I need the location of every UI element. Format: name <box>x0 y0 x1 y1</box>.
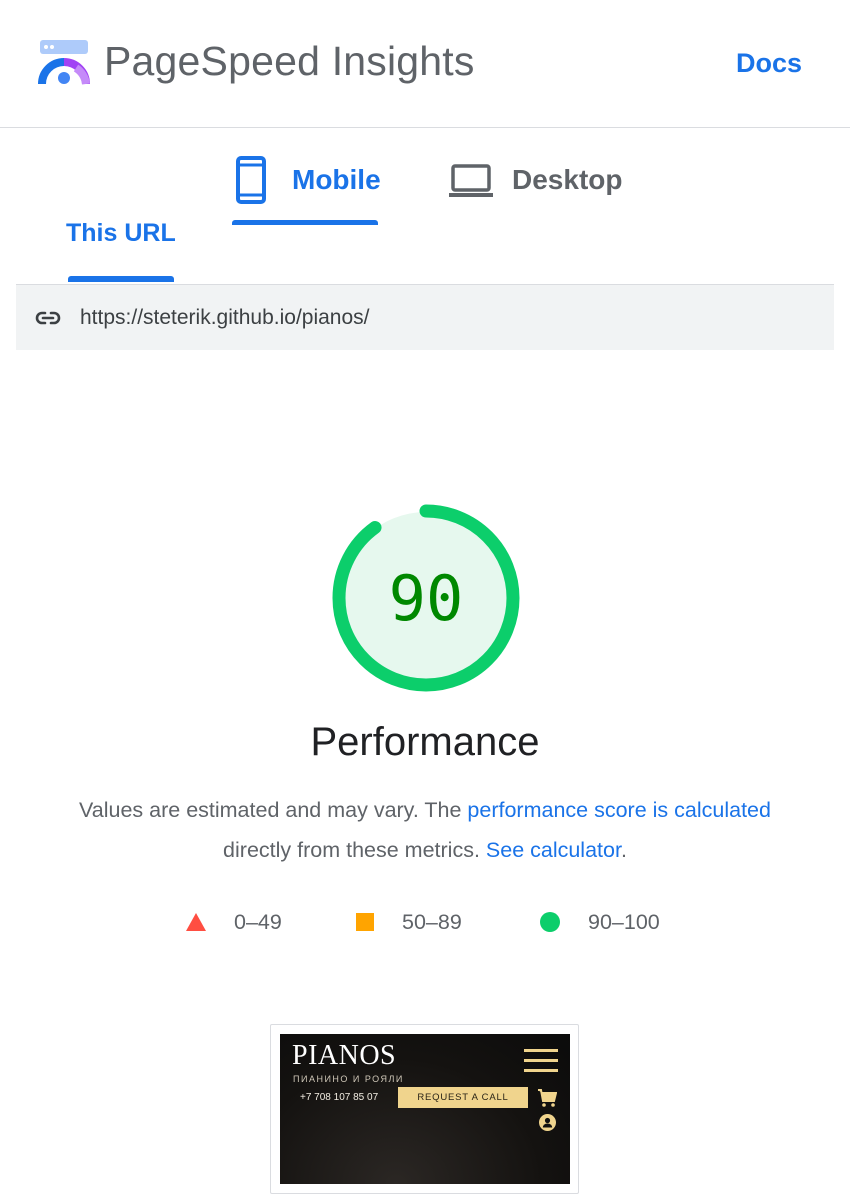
tab-desktop[interactable]: Desktop <box>448 150 622 210</box>
smartphone-icon <box>236 156 266 204</box>
legend-pass: 90–100 <box>540 906 660 938</box>
laptop-icon <box>449 164 493 197</box>
app-header: PageSpeed Insights Docs <box>0 0 850 128</box>
description-text-1: Values are estimated and may vary. The <box>79 798 468 822</box>
tab-this-url-label: This URL <box>66 220 176 246</box>
tab-desktop-label: Desktop <box>512 164 623 195</box>
category-title: Performance <box>310 720 540 764</box>
screenshot-tagline: ПИАНИНО И РОЯЛИ <box>293 1074 404 1084</box>
performance-score-value: 90 <box>388 562 464 635</box>
description-text-2: directly from these metrics. <box>223 838 486 862</box>
page-screenshot: PIANOS ПИАНИНО И РОЯЛИ +7 708 107 85 07 … <box>280 1034 570 1184</box>
description-text-3: . <box>620 838 627 862</box>
fail-triangle-icon <box>186 913 206 931</box>
screenshot-phone: +7 708 107 85 07 <box>300 1092 379 1103</box>
pagespeed-logo-icon[interactable] <box>38 38 90 90</box>
score-description: Values are estimated and may vary. The p… <box>0 790 850 870</box>
tab-selected-indicator <box>232 220 378 225</box>
pass-circle-icon <box>540 912 560 932</box>
see-calculator-link[interactable]: See calculator <box>486 838 621 862</box>
url-bar: https://steterik.github.io/pianos/ <box>16 284 834 350</box>
screenshot-cta-button: REQUEST A CALL <box>398 1087 528 1108</box>
legend-average: 50–89 <box>356 906 462 938</box>
tab-mobile[interactable]: Mobile <box>234 150 381 210</box>
legend-pass-range: 90–100 <box>588 909 660 934</box>
performance-score-link[interactable]: performance score is calculated <box>467 798 771 822</box>
legend-fail: 0–49 <box>186 906 282 938</box>
docs-link[interactable]: Docs <box>736 48 802 79</box>
legend-fail-range: 0–49 <box>234 909 282 934</box>
legend-average-range: 50–89 <box>402 909 462 934</box>
tab-this-url[interactable]: This URL <box>66 220 176 246</box>
user-icon <box>539 1114 556 1131</box>
app-title: PageSpeed Insights <box>104 38 475 84</box>
cart-icon <box>538 1089 557 1107</box>
tab-mobile-label: Mobile <box>292 164 381 195</box>
hamburger-menu-icon <box>524 1049 558 1072</box>
link-icon <box>35 311 61 324</box>
average-square-icon <box>356 913 374 931</box>
analyzed-url[interactable]: https://steterik.github.io/pianos/ <box>80 306 370 330</box>
tab-this-url-indicator <box>68 276 174 282</box>
screenshot-brand: PIANOS <box>292 1040 397 1071</box>
